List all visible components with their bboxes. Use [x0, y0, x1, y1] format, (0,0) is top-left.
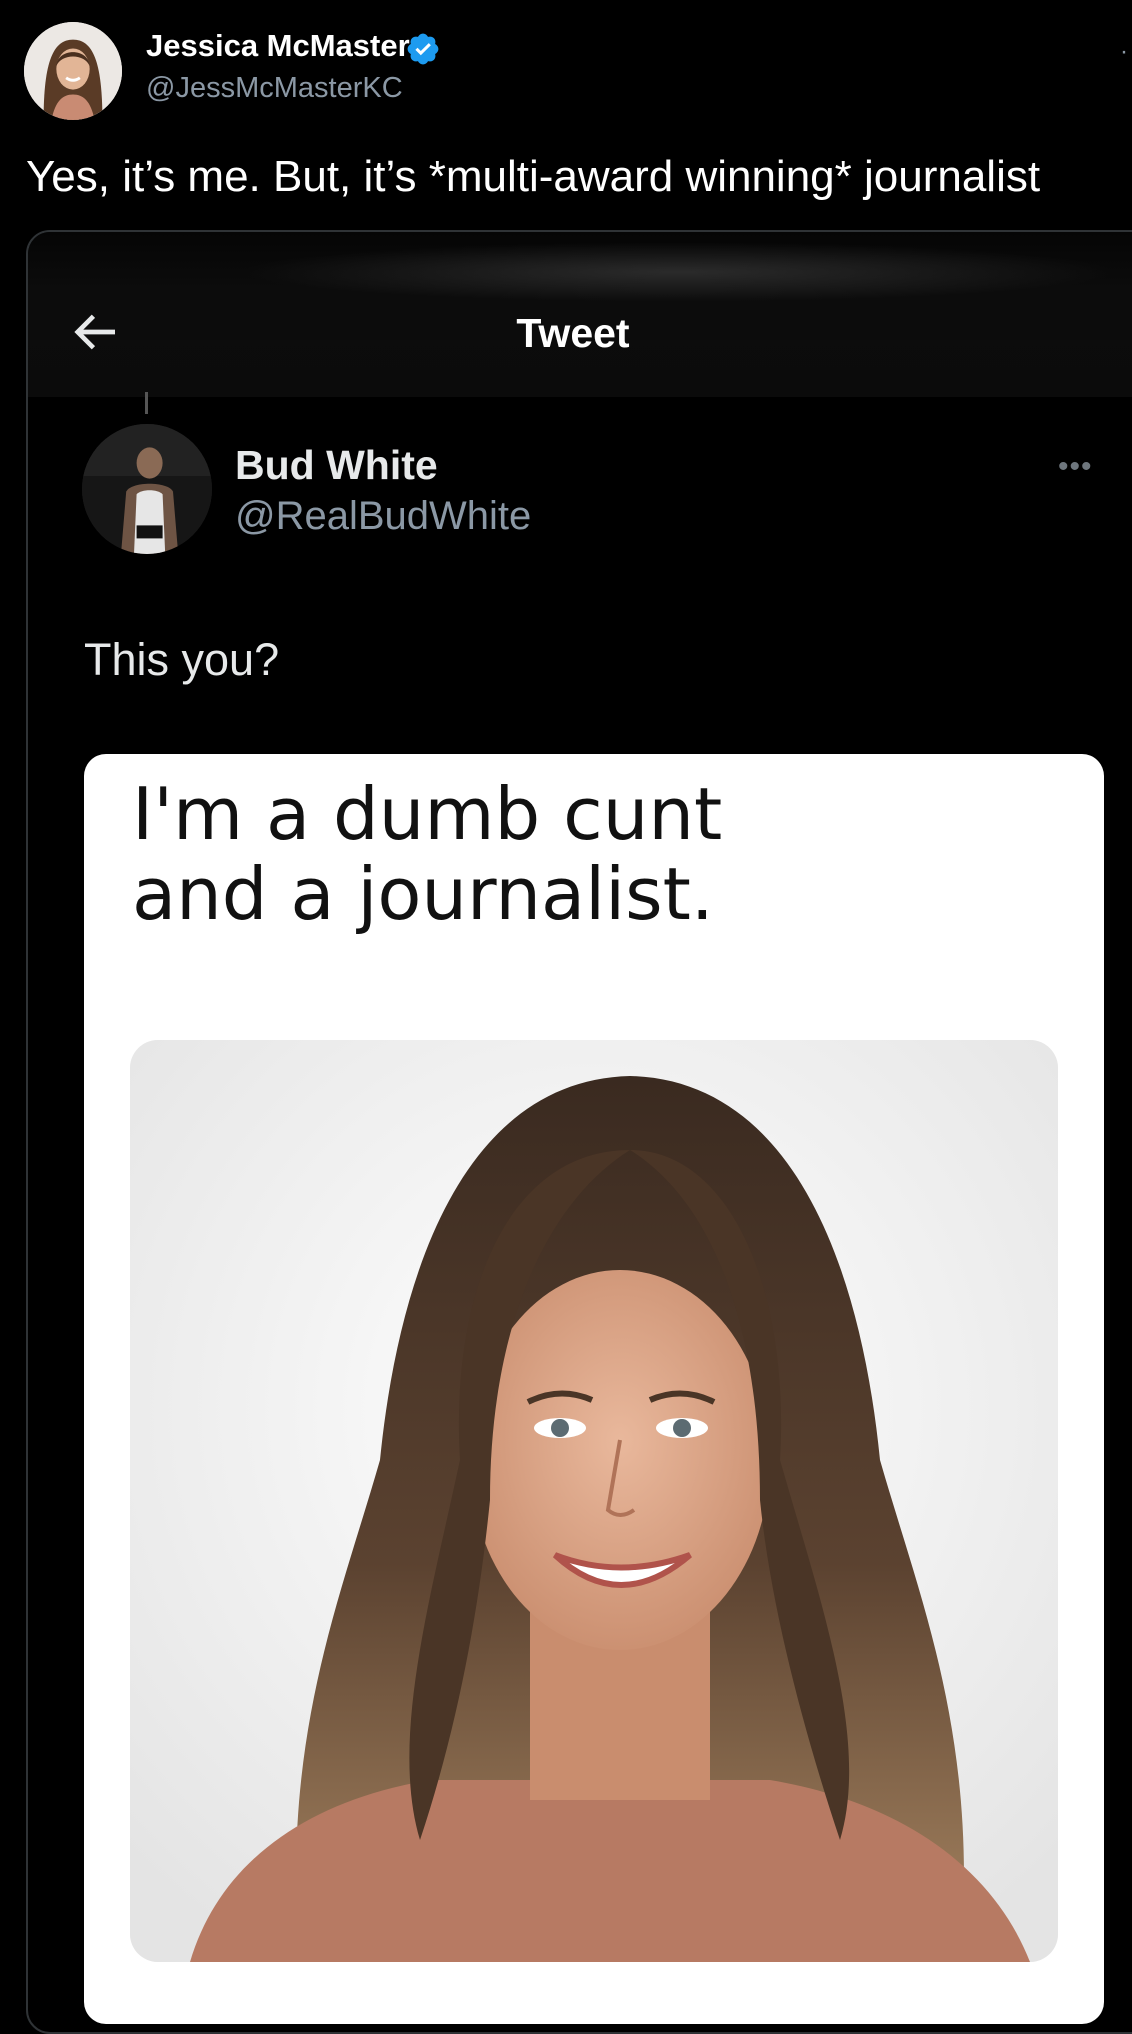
- inner-tweet-text: This you?: [84, 634, 280, 685]
- inner-author-avatar-image: [82, 424, 212, 554]
- portrait-photo: [130, 1040, 1058, 1962]
- inner-author-avatar: [82, 424, 212, 554]
- verified-badge-icon: [407, 33, 439, 65]
- tweet-text: Yes, it’s me. But, it’s *multi-award win…: [26, 152, 1041, 201]
- author-avatar[interactable]: [24, 22, 122, 120]
- meme-image: I'm a dumb cunt and a journalist.: [84, 754, 1104, 2024]
- quoted-screenshot[interactable]: Tweet Bud White @RealBudWhite ••• This y…: [26, 230, 1132, 2034]
- meme-photo: [130, 1040, 1058, 1962]
- author-name[interactable]: Jessica McMaster: [146, 28, 410, 64]
- topbar-glow: [238, 242, 1118, 302]
- meme-caption-line-2: and a journalist.: [132, 852, 714, 936]
- inner-topbar-title: Tweet: [516, 310, 630, 356]
- thread-line: [145, 392, 148, 414]
- more-dots-icon[interactable]: ·: [1120, 38, 1128, 66]
- meme-caption: I'm a dumb cunt and a journalist.: [132, 774, 722, 934]
- inner-author-name: Bud White: [235, 442, 438, 488]
- back-arrow-icon: [74, 314, 115, 350]
- inner-author-handle: @RealBudWhite: [235, 494, 532, 538]
- more-dots-icon: •••: [1058, 450, 1093, 483]
- author-avatar-image: [24, 22, 122, 120]
- author-handle[interactable]: @JessMcMasterKC: [146, 72, 403, 105]
- meme-caption-line-1: I'm a dumb cunt: [132, 772, 723, 856]
